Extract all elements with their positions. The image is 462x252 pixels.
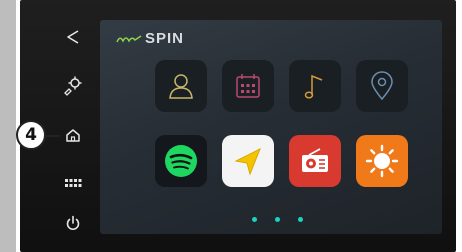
page-dot[interactable] bbox=[275, 217, 280, 222]
app-radio[interactable] bbox=[289, 135, 341, 187]
back-triangle-icon bbox=[67, 30, 79, 44]
page-dot[interactable] bbox=[252, 217, 257, 222]
power-icon bbox=[66, 215, 80, 231]
app-navigation[interactable] bbox=[356, 60, 408, 112]
home-icon bbox=[66, 129, 80, 142]
settings-icon bbox=[64, 76, 82, 96]
home-button[interactable] bbox=[58, 120, 88, 150]
page-dot[interactable] bbox=[298, 217, 303, 222]
app-calendar[interactable] bbox=[222, 60, 274, 112]
sun-icon bbox=[365, 144, 399, 178]
radio-icon bbox=[302, 148, 328, 172]
app-nav[interactable] bbox=[222, 135, 274, 187]
device-frame-edge bbox=[0, 0, 16, 252]
navigation-arrow-icon bbox=[234, 147, 261, 176]
app-music[interactable] bbox=[289, 60, 341, 112]
app-contacts[interactable] bbox=[155, 60, 207, 112]
settings-button[interactable] bbox=[58, 70, 88, 100]
logo-text: SPIN bbox=[145, 30, 185, 47]
power-button[interactable] bbox=[58, 208, 88, 238]
callout-badge: 4 bbox=[16, 120, 46, 150]
page-indicator bbox=[252, 217, 303, 222]
logo-mark-icon bbox=[116, 34, 142, 43]
app-spotify[interactable] bbox=[155, 135, 207, 187]
app-weather[interactable] bbox=[356, 135, 408, 187]
myspin-logo: SPIN bbox=[116, 30, 184, 47]
spotify-icon bbox=[165, 145, 197, 177]
calendar-icon bbox=[236, 74, 260, 98]
music-note-icon bbox=[304, 74, 323, 99]
myspin-screen: SPIN bbox=[100, 20, 442, 234]
grid-menu-icon bbox=[65, 179, 82, 187]
callout-leader-line bbox=[46, 135, 60, 137]
back-button[interactable] bbox=[58, 22, 88, 52]
location-pin-icon bbox=[371, 71, 393, 101]
menu-button[interactable] bbox=[58, 168, 88, 198]
contacts-icon bbox=[169, 74, 193, 99]
